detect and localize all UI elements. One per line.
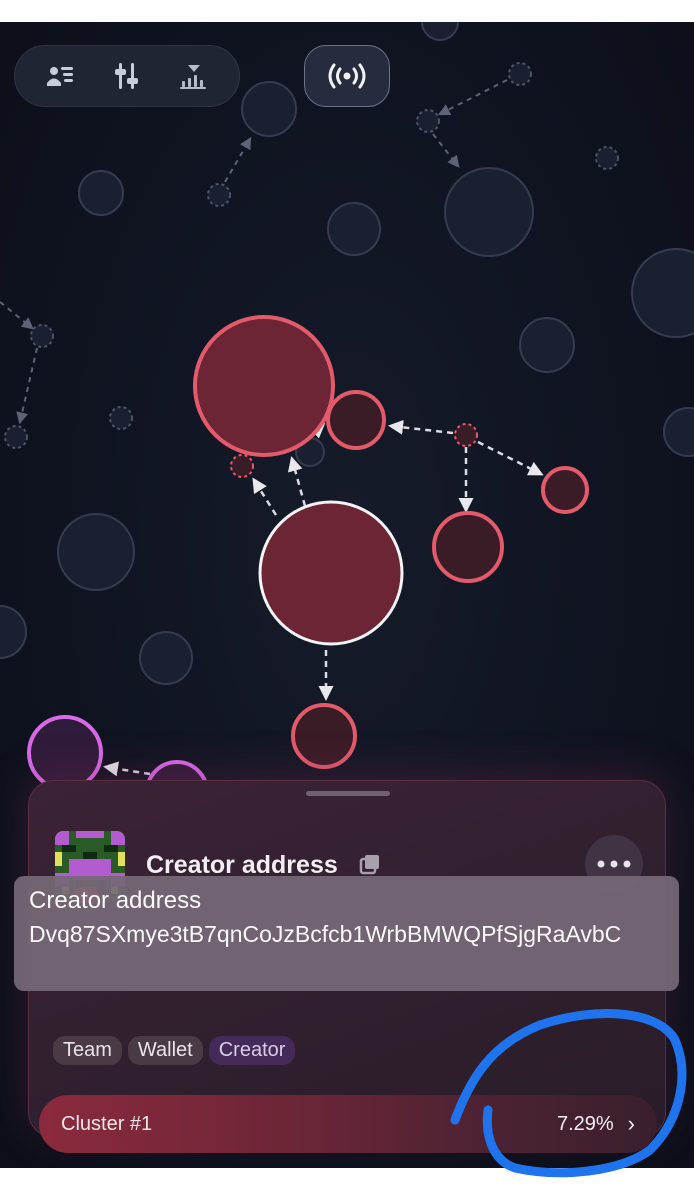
chevron-right-icon: › xyxy=(627,1111,635,1136)
bubble-map-screen: 2 Creator address Team Wallet Creator Cl… xyxy=(0,22,694,1168)
tag-creator[interactable]: Creator xyxy=(208,1036,296,1065)
bottom-strip xyxy=(0,1168,694,1200)
broadcast-icon xyxy=(328,63,366,89)
tooltip-address[interactable]: Dvq87SXmye3tB7qnCoJzBcfcb1WrbBMWQPfSjgRa… xyxy=(29,918,664,951)
filter-chart-button[interactable] xyxy=(170,52,218,100)
copy-icon[interactable] xyxy=(359,853,381,875)
node-large-holder[interactable] xyxy=(193,315,335,457)
node-dashed-small[interactable] xyxy=(230,454,254,478)
settings-sliders-button[interactable] xyxy=(103,52,151,100)
cluster-row[interactable]: Cluster #1 7.29% › xyxy=(39,1095,657,1153)
more-dots-icon xyxy=(597,860,631,868)
bar-filter-icon xyxy=(179,65,206,89)
cluster-percent: 7.29% xyxy=(556,1112,614,1135)
node-holder-bottom[interactable] xyxy=(291,703,357,769)
tag-list: Team Wallet Creator xyxy=(53,1036,296,1065)
tooltip-title: Creator address xyxy=(29,887,202,914)
live-broadcast-button[interactable] xyxy=(304,45,390,107)
node-creator-selected[interactable] xyxy=(258,500,404,646)
cluster-label: Cluster #1 xyxy=(61,1112,153,1135)
node-purple-left[interactable] xyxy=(27,715,103,791)
node-holder[interactable] xyxy=(326,390,386,450)
address-tooltip: Creator address Dvq87SXmye3tB7qnCoJzBcfc… xyxy=(14,876,679,991)
contact-list-button[interactable] xyxy=(36,52,84,100)
node-holder-right[interactable] xyxy=(541,466,589,514)
tag-wallet[interactable]: Wallet xyxy=(127,1036,203,1065)
node-dashed-hub[interactable] xyxy=(454,423,478,447)
drag-handle[interactable] xyxy=(306,791,390,796)
contact-list-icon xyxy=(47,67,74,86)
graph-toolbar xyxy=(14,45,240,107)
cluster-share: 7.29% › xyxy=(557,1111,635,1137)
tag-team[interactable]: Team xyxy=(53,1036,122,1065)
sliders-icon xyxy=(114,63,138,89)
node-holder-mid[interactable] xyxy=(432,511,504,583)
